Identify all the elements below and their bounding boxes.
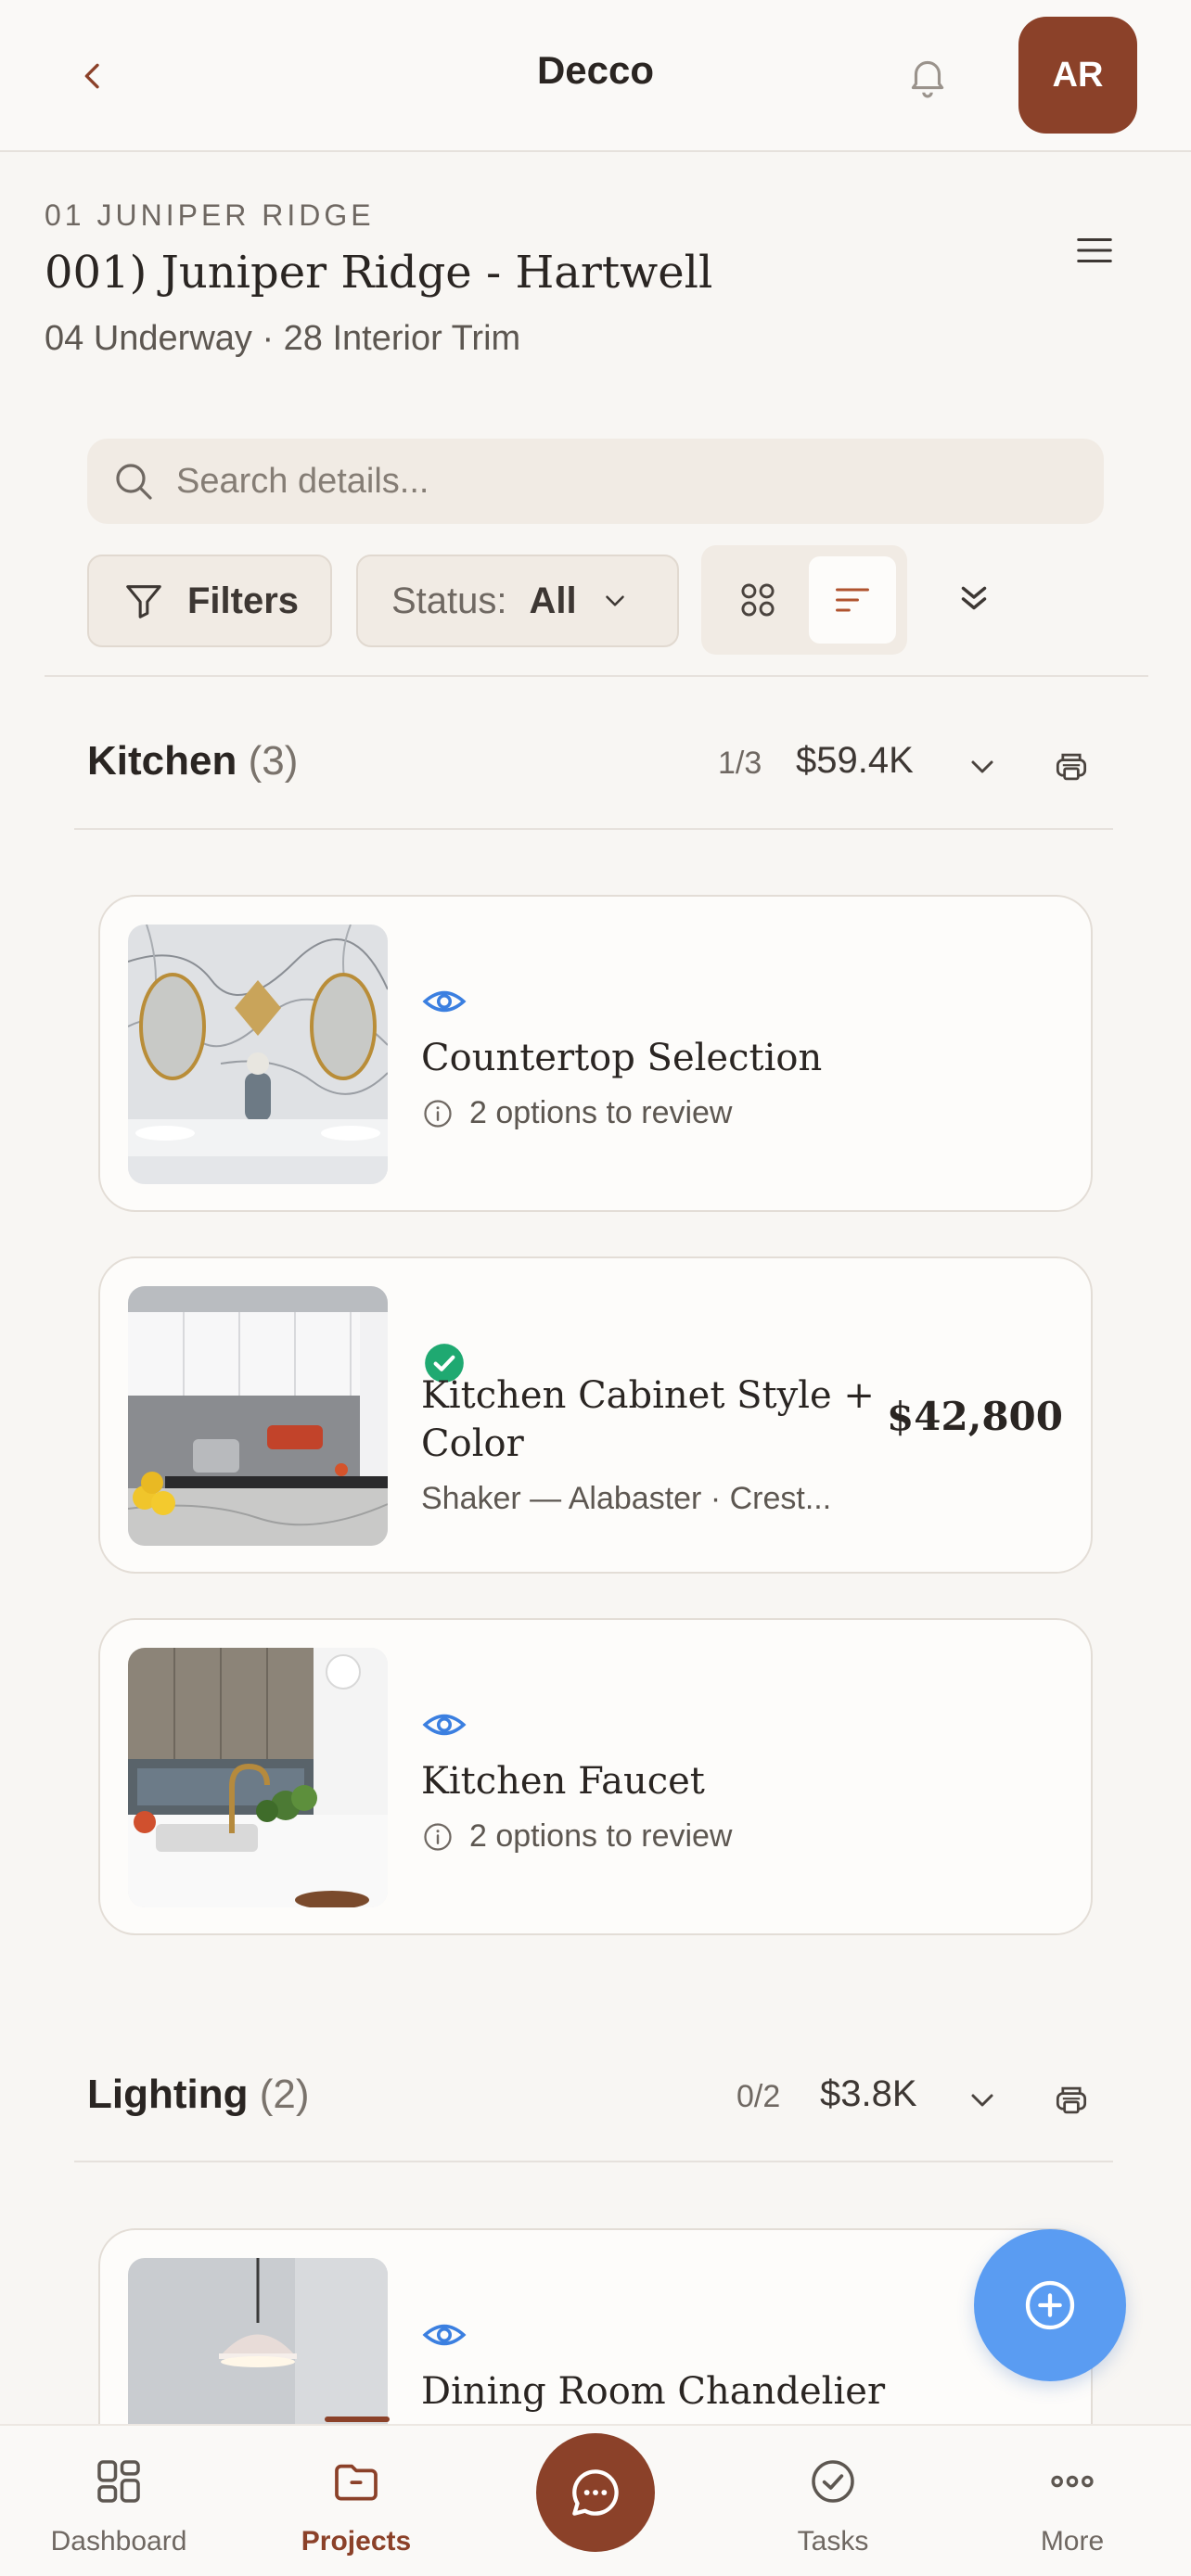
eye-icon	[421, 2312, 467, 2358]
section-count: (3)	[248, 738, 299, 784]
chat-button[interactable]	[536, 2433, 655, 2552]
item-thumbnail-image	[128, 925, 388, 1184]
toolbar-divider	[45, 675, 1148, 677]
status-label: Status:	[391, 580, 507, 621]
section-divider	[74, 2161, 1113, 2162]
section-print-button[interactable]	[1048, 744, 1095, 790]
eye-icon	[421, 1702, 467, 1748]
item-meta: 2 options to review	[421, 1818, 733, 1855]
more-dots-icon	[980, 2454, 1165, 2509]
nav-item-tasks[interactable]: Tasks	[740, 2426, 926, 2576]
grid-icon	[741, 583, 775, 617]
item-title: Kitchen Cabinet Style + Color	[421, 1371, 875, 1468]
double-chevron-down-icon	[961, 586, 987, 610]
item-title: Dining Room Chandelier	[421, 2370, 886, 2413]
grid-view-button[interactable]	[722, 564, 794, 636]
top-app-bar: Decco AR	[0, 0, 1191, 152]
printer-icon	[1056, 753, 1087, 781]
section-print-button[interactable]	[1048, 2077, 1095, 2123]
chevron-down-icon	[599, 585, 631, 617]
item-meta-text: 2 options to review	[469, 1818, 733, 1854]
chat-bubble-icon	[572, 2469, 619, 2516]
item-meta: Shaker — Alabaster · Crest...	[421, 1481, 831, 1517]
project-code: 01 JUNIPER RIDGE	[45, 198, 375, 232]
item-meta-text: Shaker — Alabaster · Crest...	[421, 1481, 832, 1516]
nav-label: More	[1040, 2526, 1105, 2557]
collapse-all-button[interactable]	[946, 569, 1002, 625]
item-meta-text: 2 options to review	[469, 1095, 733, 1130]
item-title: Kitchen Faucet	[421, 1760, 705, 1803]
search-bar	[87, 439, 1104, 524]
notifications-button[interactable]	[900, 48, 955, 104]
filters-label: Filters	[187, 580, 300, 621]
list-item[interactable]: Countertop Selection 2 options to review	[98, 895, 1093, 1212]
status-value: All	[529, 580, 577, 621]
section-divider	[74, 828, 1113, 830]
item-price: $42,800	[887, 1394, 1063, 1439]
menu-button[interactable]	[1067, 223, 1122, 278]
section-header-kitchen[interactable]: Kitchen (3) 1/3 $59.4K	[87, 738, 1108, 803]
item-meta: 2 options to review	[421, 1095, 733, 1131]
section-collapse-button[interactable]	[959, 744, 1005, 790]
section-collapse-button[interactable]	[959, 2077, 1005, 2123]
section-title: Lighting (2)	[87, 2072, 310, 2118]
item-title: Countertop Selection	[421, 1037, 823, 1079]
project-title: 001) Juniper Ridge - Hartwell	[45, 247, 713, 299]
filters-button[interactable]: Filters	[87, 555, 332, 647]
section-title: Kitchen (3)	[87, 738, 298, 784]
item-thumbnail-image	[128, 1286, 388, 1546]
sort-lines-icon	[836, 588, 869, 612]
nav-item-projects[interactable]: Projects	[263, 2426, 449, 2576]
filter-funnel-icon	[126, 585, 161, 618]
dashboard-icon	[26, 2454, 211, 2509]
section-total: $3.8K	[820, 2073, 917, 2114]
section-total: $59.4K	[796, 740, 914, 781]
bell-icon	[911, 60, 944, 98]
info-icon	[421, 1097, 455, 1130]
section-header-lighting[interactable]: Lighting (2) 0/2 $3.8K	[87, 2072, 1108, 2136]
nav-item-dashboard[interactable]: Dashboard	[26, 2426, 211, 2576]
printer-icon	[1056, 2086, 1087, 2114]
nav-label: Tasks	[797, 2526, 869, 2557]
item-title-line-1: Kitchen Cabinet Style +	[421, 1374, 875, 1417]
list-item[interactable]: Kitchen Faucet 2 options to review	[98, 1618, 1093, 1935]
plus-circle-icon	[1025, 2280, 1075, 2330]
nav-label: Dashboard	[50, 2526, 187, 2557]
folder-icon	[263, 2454, 449, 2509]
eye-icon	[421, 978, 467, 1025]
list-view-button[interactable]	[809, 556, 896, 644]
item-thumbnail-image	[128, 1648, 388, 1907]
section-count: (2)	[259, 2072, 310, 2117]
section-name: Kitchen	[87, 738, 237, 784]
add-item-button[interactable]	[974, 2229, 1126, 2381]
list-item[interactable]: Kitchen Cabinet Style + Color $42,800 Sh…	[98, 1256, 1093, 1574]
hamburger-menu-icon	[1077, 237, 1112, 263]
info-icon	[421, 1820, 455, 1854]
section-name: Lighting	[87, 2072, 249, 2117]
view-toggle	[701, 545, 907, 655]
nav-item-more[interactable]: More	[980, 2426, 1165, 2576]
item-title-line-2: Color	[421, 1422, 524, 1465]
search-icon	[116, 464, 152, 500]
section-progress: 0/2	[736, 2079, 781, 2114]
chevron-down-icon	[971, 2094, 993, 2107]
nav-label: Projects	[301, 2526, 412, 2557]
status-dropdown[interactable]: Status: All	[356, 555, 679, 647]
check-circle-icon	[740, 2454, 926, 2509]
section-progress: 1/3	[718, 746, 762, 781]
user-avatar[interactable]: AR	[1018, 17, 1137, 134]
active-tab-indicator	[325, 2417, 390, 2422]
chevron-down-icon	[971, 760, 993, 773]
project-subtitle: 04 Underway · 28 Interior Trim	[45, 319, 521, 358]
search-input[interactable]	[176, 461, 1011, 502]
